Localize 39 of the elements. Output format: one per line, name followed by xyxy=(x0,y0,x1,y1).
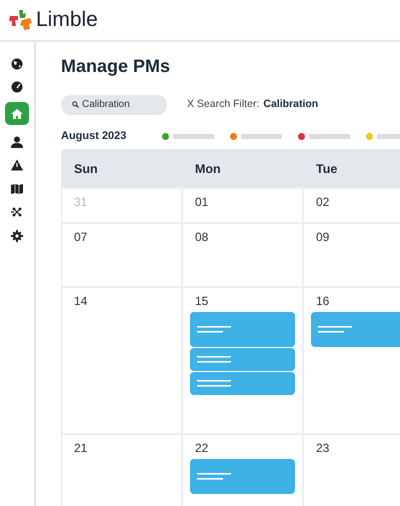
placeholder-lines-icon xyxy=(197,473,231,480)
legend-label-placeholder xyxy=(309,134,350,138)
day-number: 09 xyxy=(316,230,330,244)
day-number: 01 xyxy=(195,195,210,209)
filter-term: Calibration xyxy=(263,98,318,110)
warning-icon xyxy=(11,159,23,171)
search-field[interactable]: Calibration xyxy=(61,94,167,114)
placeholder-lines-icon xyxy=(197,356,231,363)
logo-icon xyxy=(9,9,33,31)
day-number: 14 xyxy=(74,294,88,308)
day-number: 08 xyxy=(195,230,210,244)
weekday-header: Tue xyxy=(315,162,338,176)
settings-icon xyxy=(11,230,23,242)
brand-name: Limble xyxy=(36,8,98,32)
home-icon xyxy=(11,108,23,120)
placeholder-lines-icon xyxy=(197,380,231,387)
clear-filter-link[interactable]: X Search Filter: xyxy=(187,98,260,110)
globe-icon xyxy=(11,58,23,70)
day-number: 07 xyxy=(74,230,88,244)
placeholder-lines-icon xyxy=(197,326,231,333)
page-title: Manage PMs xyxy=(61,56,172,78)
day-number: 23 xyxy=(316,441,330,455)
day-number: 31 xyxy=(74,195,88,209)
day-number: 22 xyxy=(195,441,210,455)
weekday-header: Mon xyxy=(194,162,222,176)
legend-label-placeholder xyxy=(173,134,214,138)
day-number: 02 xyxy=(316,195,330,209)
day-number: 15 xyxy=(195,294,210,308)
weekday-header: Sun xyxy=(73,162,99,176)
map-icon xyxy=(11,182,23,194)
legend-label-placeholder xyxy=(241,134,282,138)
day-number: 16 xyxy=(316,294,330,308)
month-title: August 2023 xyxy=(61,130,128,142)
search-icon xyxy=(72,101,79,108)
day-number: 21 xyxy=(74,441,88,455)
placeholder-lines-icon xyxy=(318,326,352,333)
person-icon xyxy=(11,136,23,148)
gauge-icon xyxy=(11,81,23,93)
network-icon xyxy=(11,206,23,218)
